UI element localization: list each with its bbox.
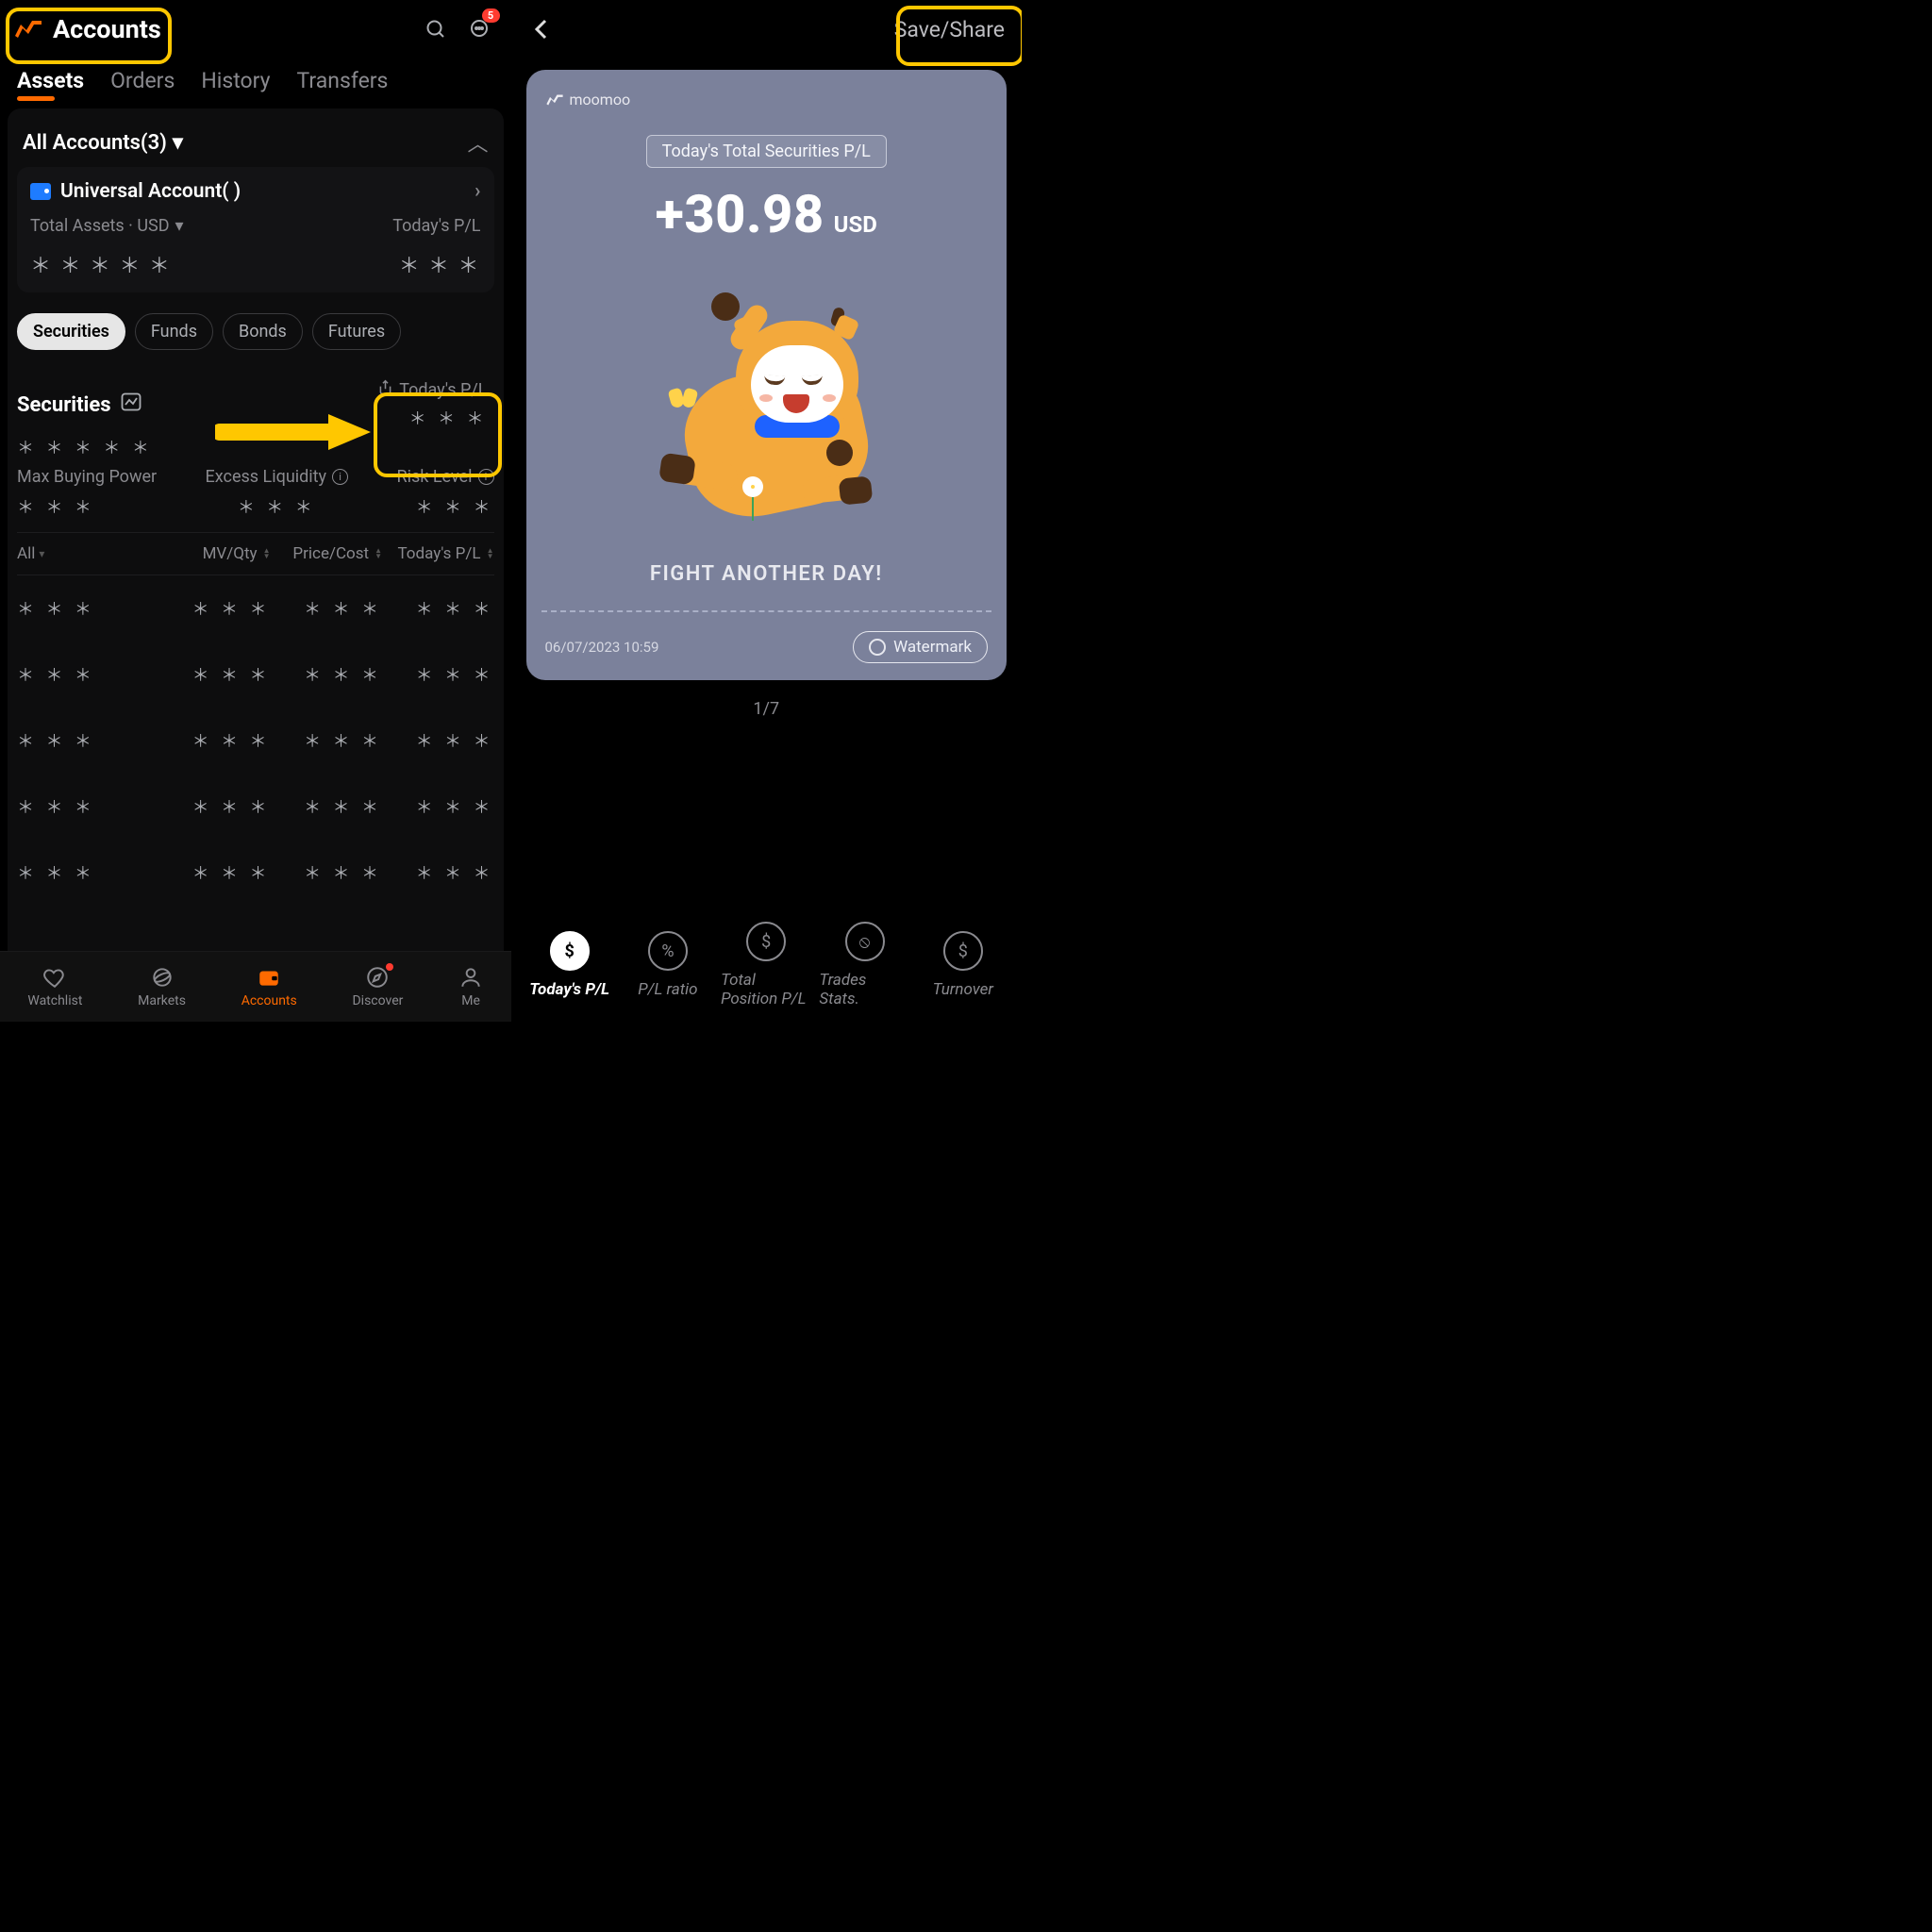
chip-futures[interactable]: Futures: [312, 313, 401, 350]
save-share-button[interactable]: Save/Share: [891, 13, 1008, 46]
notification-badge: 5: [482, 8, 500, 23]
securities-pl-value: ＊ ＊ ＊: [409, 406, 488, 430]
nav-accounts[interactable]: Accounts: [242, 965, 297, 1008]
info-icon[interactable]: i: [332, 469, 348, 485]
dollar-icon: $: [550, 931, 590, 971]
holdings-header: All ▾ MV/Qty▲▼ Price/Cost▲▼ Today's P/L▲…: [17, 533, 494, 575]
col-filter-all[interactable]: All ▾: [17, 544, 158, 563]
nav-me[interactable]: Me: [458, 965, 483, 1008]
securities-assets-value: ＊ ＊ ＊ ＊ ＊: [17, 435, 494, 459]
caret-down-icon[interactable]: ▾: [175, 216, 184, 236]
share-icon: [377, 379, 393, 400]
info-icon[interactable]: i: [478, 469, 494, 485]
securities-todays-pl[interactable]: Today's P/L ＊ ＊ ＊: [371, 375, 493, 435]
timestamp: 06/07/2023 10:59: [545, 639, 659, 656]
tagline: FIGHT ANOTHER DAY!: [545, 562, 989, 586]
table-row[interactable]: ＊ ＊ ＊＊ ＊ ＊＊ ＊ ＊＊ ＊ ＊: [17, 575, 494, 641]
pl-banner: Today's Total Securities P/L: [646, 135, 887, 168]
watermark-toggle[interactable]: Watermark: [853, 631, 988, 663]
mascot-illustration: [634, 275, 898, 540]
col-price-cost[interactable]: Price/Cost▲▼: [271, 544, 383, 563]
tab-transfers[interactable]: Transfers: [297, 68, 389, 97]
share-card: moomoo Today's Total Securities P/L +30.…: [526, 70, 1008, 680]
btab-todays-pl[interactable]: $ Today's P/L: [525, 931, 615, 999]
slash-icon: ⦸: [845, 922, 885, 961]
btab-turnover[interactable]: $ Turnover: [918, 931, 1008, 999]
table-row[interactable]: ＊ ＊ ＊＊ ＊ ＊＊ ＊ ＊＊ ＊ ＊: [17, 708, 494, 774]
asset-tabs: Assets Orders History Transfers: [0, 58, 511, 103]
risk-level-label: Risk Level: [397, 467, 473, 487]
account-card[interactable]: Universal Account( ) › Total Assets · US…: [17, 167, 494, 292]
page-title: Accounts: [53, 14, 161, 44]
securities-heading: Securities: [17, 393, 111, 417]
asset-category-chips: Securities Funds Bonds Futures: [17, 292, 494, 359]
holdings-rows: ＊ ＊ ＊＊ ＊ ＊＊ ＊ ＊＊ ＊ ＊ ＊ ＊ ＊＊ ＊ ＊＊ ＊ ＊＊ ＊ …: [17, 575, 494, 951]
max-buying-power-label: Max Buying Power: [17, 467, 157, 487]
col-mv-qty[interactable]: MV/Qty▲▼: [158, 544, 271, 563]
notification-dot-icon: [386, 963, 393, 971]
bull-logo-icon: [13, 17, 43, 42]
btab-total-position[interactable]: $ Total Position P/L: [721, 922, 811, 1008]
percent-icon: %: [648, 931, 688, 971]
max-buying-power-value: ＊ ＊ ＊: [17, 494, 157, 519]
btab-trades-stats[interactable]: ⦸ Trades Stats.: [819, 922, 909, 1008]
nav-watchlist[interactable]: Watchlist: [27, 965, 82, 1008]
col-todays-pl[interactable]: Today's P/L▲▼: [382, 544, 494, 563]
chip-securities[interactable]: Securities: [17, 313, 125, 350]
divider: [541, 610, 992, 612]
nav-discover[interactable]: Discover: [352, 965, 403, 1008]
chart-toggle-icon[interactable]: [121, 392, 142, 417]
tab-orders[interactable]: Orders: [110, 68, 175, 97]
caret-down-icon: ▾: [173, 131, 183, 155]
tab-assets[interactable]: Assets: [17, 68, 84, 97]
collapse-icon[interactable]: ︿: [467, 127, 488, 158]
table-row[interactable]: ＊ ＊ ＊＊ ＊ ＊＊ ＊ ＊＊ ＊ ＊: [17, 774, 494, 840]
bottom-nav: Watchlist Markets Accounts Discover Me: [0, 951, 511, 1022]
chip-bonds[interactable]: Bonds: [223, 313, 303, 350]
account-name: Universal Account( ): [60, 180, 241, 203]
btab-pl-ratio[interactable]: % P/L ratio: [623, 931, 713, 999]
app-brand: Accounts: [13, 14, 161, 44]
pager: 1/7: [511, 699, 1023, 719]
wallet-icon: [30, 183, 51, 200]
table-row[interactable]: ＊ ＊ ＊＊ ＊ ＊＊ ＊ ＊＊ ＊ ＊: [17, 840, 494, 906]
securities-pl-label: Today's P/L: [399, 380, 487, 400]
radio-unchecked-icon: [869, 639, 886, 656]
tab-history[interactable]: History: [201, 68, 270, 97]
total-assets-label: Total Assets · USD: [30, 216, 170, 236]
excess-liquidity-label: Excess Liquidity: [206, 467, 327, 487]
share-metric-tabs: $ Today's P/L % P/L ratio $ Total Positi…: [511, 908, 1023, 1022]
chip-funds[interactable]: Funds: [135, 313, 213, 350]
back-button[interactable]: [525, 12, 558, 46]
chat-icon[interactable]: 5: [460, 10, 498, 48]
accounts-dropdown-label: All Accounts(3): [23, 131, 167, 155]
dollar-icon: $: [943, 931, 983, 971]
todays-pl-label: Today's P/L: [392, 216, 480, 236]
risk-level-value: ＊ ＊ ＊: [397, 494, 494, 519]
chevron-right-icon: ›: [475, 180, 480, 203]
accounts-dropdown[interactable]: All Accounts(3) ▾: [23, 131, 183, 155]
pl-amount: +30.98USD: [545, 183, 989, 245]
card-brand: moomoo: [545, 91, 989, 108]
todays-pl-value: ＊ ＊ ＊: [399, 249, 481, 279]
search-icon[interactable]: [417, 10, 455, 48]
total-assets-value: ＊ ＊ ＊ ＊ ＊: [30, 249, 172, 279]
dollar-icon: $: [746, 922, 786, 961]
excess-liquidity-value: ＊ ＊ ＊: [206, 494, 349, 519]
nav-markets[interactable]: Markets: [138, 965, 186, 1008]
table-row[interactable]: ＊ ＊ ＊＊ ＊ ＊＊ ＊ ＊＊ ＊ ＊: [17, 641, 494, 708]
